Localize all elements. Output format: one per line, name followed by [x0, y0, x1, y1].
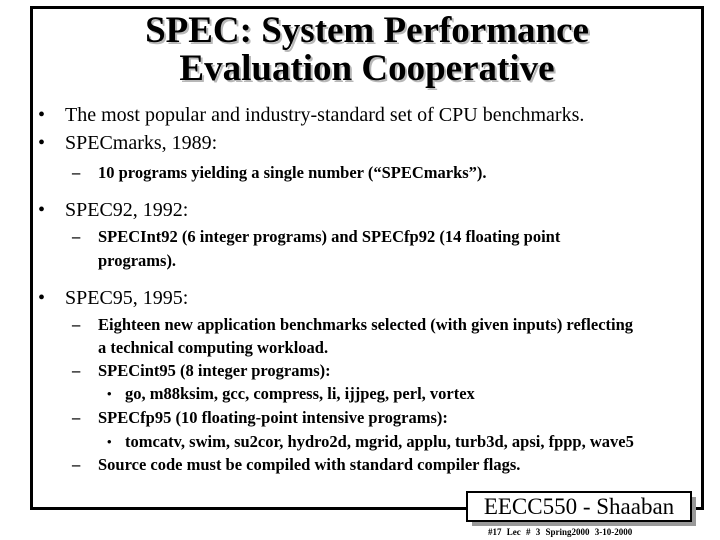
- sub-bullet-text-line-2: a technical computing workload.: [98, 338, 329, 357]
- dot-marker: •: [107, 386, 112, 401]
- dash-marker: –: [72, 227, 81, 246]
- dot-marker: •: [107, 434, 112, 449]
- dash-marker: –: [72, 455, 81, 474]
- title-line-2: Evaluation Cooperative: [179, 48, 555, 89]
- sub-sub-bullet-text: go, m88ksim, gcc, compress, li, ijjpeg, …: [125, 384, 475, 403]
- course-badge: EECC550 - Shaaban: [466, 491, 692, 522]
- dash-marker: –: [72, 408, 81, 427]
- sub-bullet-text-line-2: programs).: [98, 251, 177, 270]
- bullet-marker: •: [38, 287, 46, 309]
- sub-bullet-text: 10 programs yielding a single number (“S…: [98, 163, 487, 182]
- sub-bullet-text: SPECint95 (8 integer programs):: [98, 361, 331, 380]
- sub-bullet-text-line-1: SPECInt92 (6 integer programs) and SPECf…: [98, 227, 561, 246]
- dash-marker: –: [72, 361, 81, 380]
- dash-marker: –: [72, 163, 81, 182]
- bullet-marker: •: [38, 199, 46, 221]
- bullet-text: SPEC95, 1995:: [65, 287, 189, 309]
- bullet-text: The most popular and industry-standard s…: [65, 104, 585, 126]
- dash-marker: –: [72, 315, 81, 334]
- bullet-text: SPECmarks, 1989:: [65, 132, 218, 154]
- sub-bullet-text: Source code must be compiled with standa…: [98, 455, 521, 474]
- sub-bullet-text-line-1: Eighteen new application benchmarks sele…: [98, 315, 634, 334]
- sub-bullet-text: SPECfp95 (10 floating-point intensive pr…: [98, 408, 448, 427]
- bullet-marker: •: [38, 104, 46, 126]
- slide-footer: #17 Lec # 3 Spring2000 3-10-2000: [488, 527, 633, 537]
- title-line-1: SPEC: System Performance: [145, 10, 589, 51]
- bullet-marker: •: [38, 132, 46, 154]
- sub-sub-bullet-text: tomcatv, swim, su2cor, hydro2d, mgrid, a…: [125, 432, 634, 451]
- bullet-text: SPEC92, 1992:: [65, 199, 189, 221]
- slide-title: SPEC: System Performance Evaluation Coop…: [30, 12, 704, 88]
